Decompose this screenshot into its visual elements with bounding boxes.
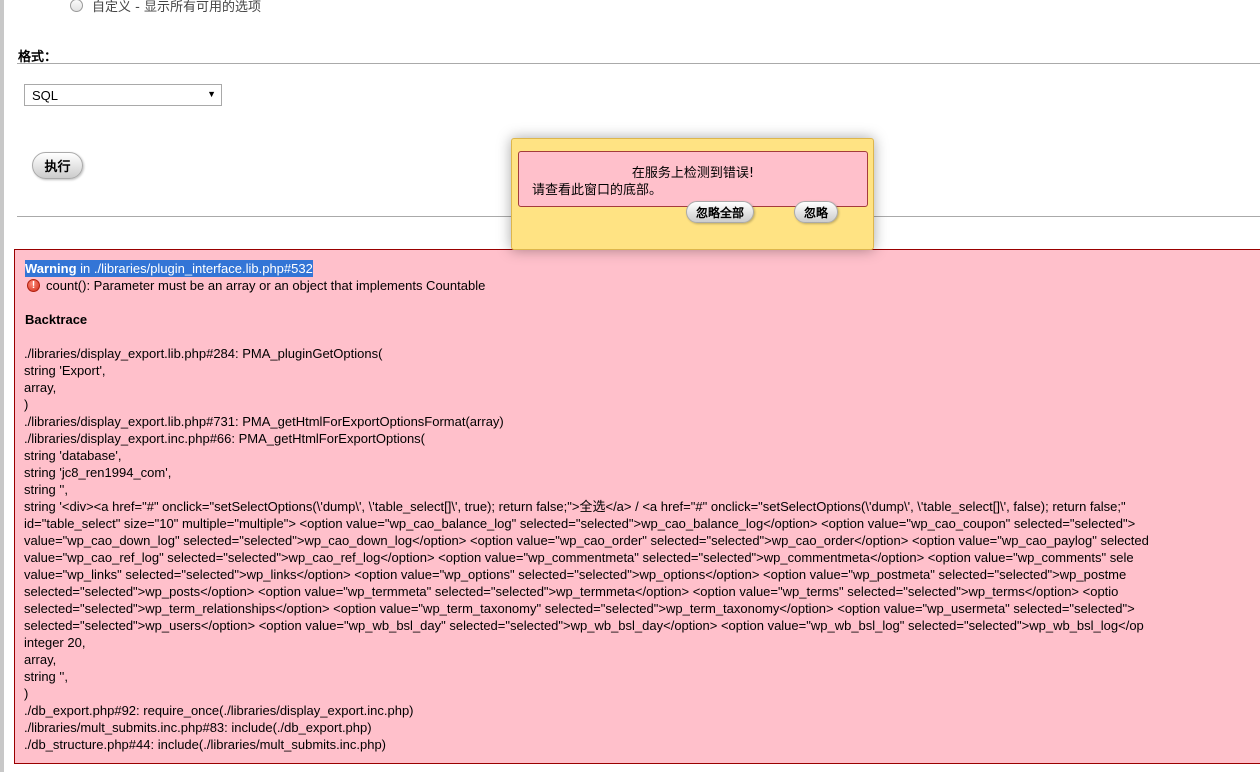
backtrace-line: value="wp_links" selected="selected">wp_…: [24, 567, 1127, 582]
format-divider: [17, 63, 1260, 64]
ignore-all-button[interactable]: 忽略全部: [686, 201, 754, 223]
backtrace-line: value="wp_cao_ref_log" selected="selecte…: [24, 550, 1134, 565]
backtrace-line: string 'database',: [24, 448, 122, 463]
backtrace-line: string '',: [24, 669, 68, 684]
error-message-row: ! count(): Parameter must be an array or…: [25, 277, 1260, 294]
error-message: count(): Parameter must be an array or a…: [46, 278, 486, 293]
custom-options-radio[interactable]: [70, 0, 83, 12]
backtrace-line: string '<div><a href="#" onclick="setSel…: [24, 499, 1126, 514]
backtrace-line: ./libraries/mult_submits.inc.php#83: inc…: [24, 720, 372, 735]
backtrace-line: ./libraries/display_export.lib.php#284: …: [24, 346, 383, 361]
backtrace-line: ./db_structure.php#44: include(./librari…: [24, 737, 387, 752]
backtrace-list: ./libraries/display_export.lib.php#284: …: [24, 345, 1260, 753]
backtrace-line: ./db_export.php#92: require_once(./libra…: [24, 703, 414, 718]
error-dialog: 在服务上检测到错误! 请查看此窗口的底部。 忽略全部 忽略: [511, 138, 874, 250]
ignore-button[interactable]: 忽略: [794, 201, 838, 223]
custom-options-radio-row[interactable]: 自定义 - 显示所有可用的选项: [70, 0, 261, 15]
backtrace-line: selected="selected">wp_term_relationship…: [24, 601, 1135, 616]
backtrace-line: integer 20,: [24, 635, 86, 650]
backtrace-line: selected="selected">wp_users</option> <o…: [24, 618, 1144, 633]
chevron-down-icon: ▼: [207, 89, 216, 99]
error-panel: Warning in ./libraries/plugin_interface.…: [14, 249, 1260, 764]
backtrace-line: ./libraries/display_export.lib.php#731: …: [24, 414, 504, 429]
backtrace-line: string 'jc8_ren1994_com',: [24, 465, 172, 480]
error-icon: !: [27, 279, 40, 292]
left-edge-rule: [0, 0, 4, 772]
error-dialog-subtitle: 请查看此窗口的底部。: [532, 183, 663, 198]
format-select[interactable]: SQL ▼: [24, 84, 222, 106]
backtrace-line: array,: [24, 380, 57, 395]
error-dialog-message-box: 在服务上检测到错误! 请查看此窗口的底部。: [518, 151, 868, 207]
execute-button[interactable]: 执行: [32, 152, 83, 179]
backtrace-line: selected="selected">wp_posts</option> <o…: [24, 584, 1119, 599]
error-content: Warning in ./libraries/plugin_interface.…: [24, 260, 1260, 753]
format-select-value: SQL: [32, 87, 59, 103]
backtrace-line: id="table_select" size="10" multiple="mu…: [24, 516, 1136, 531]
backtrace-line: value="wp_cao_down_log" selected="select…: [24, 533, 1149, 548]
backtrace-line: ./libraries/display_export.inc.php#66: P…: [24, 431, 426, 446]
warning-location: in ./libraries/plugin_interface.lib.php#…: [76, 261, 313, 276]
backtrace-line: string 'Export',: [24, 363, 106, 378]
warning-word: Warning: [25, 261, 77, 276]
backtrace-line: ): [24, 397, 29, 412]
backtrace-title: Backtrace: [25, 312, 88, 327]
backtrace-line: array,: [24, 652, 57, 667]
backtrace-line: ): [24, 686, 29, 701]
backtrace-line: string '',: [24, 482, 68, 497]
warning-heading: Warning in ./libraries/plugin_interface.…: [25, 260, 313, 277]
custom-options-radio-label: 自定义 - 显示所有可用的选项: [92, 0, 261, 15]
